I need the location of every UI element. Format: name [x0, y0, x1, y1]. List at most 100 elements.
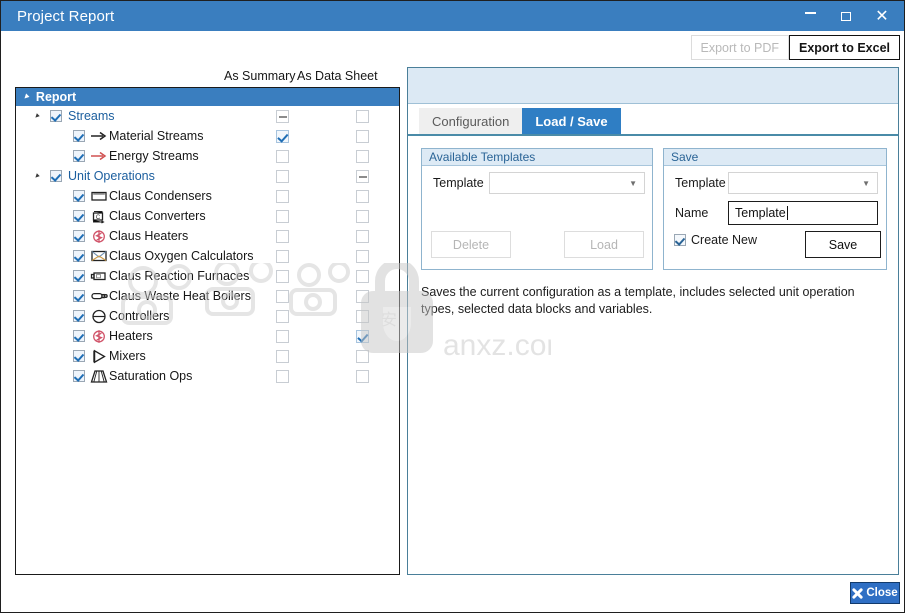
save-template-button[interactable]: Save — [805, 231, 881, 258]
row-checkbox[interactable] — [73, 370, 85, 382]
row-checkbox[interactable] — [50, 170, 62, 182]
summary-checkbox[interactable] — [276, 269, 289, 283]
tree-row[interactable]: Claus Reaction Furnaces — [16, 266, 399, 286]
tree-row-label: Claus Heaters — [109, 229, 189, 243]
data-sheet-checkbox[interactable] — [356, 129, 369, 143]
row-checkbox[interactable] — [73, 350, 85, 362]
data-sheet-checkbox[interactable] — [356, 289, 369, 303]
available-templates-title: Available Templates — [422, 149, 652, 166]
row-checkbox[interactable] — [73, 310, 85, 322]
condenser-icon — [90, 188, 108, 204]
tree-row[interactable]: ▼ Streams — [16, 106, 399, 126]
data-sheet-checkbox[interactable] — [356, 209, 369, 223]
material-stream-arrow-icon — [90, 128, 108, 144]
tree-row-label: Unit Operations — [68, 169, 155, 183]
data-sheet-checkbox[interactable] — [356, 269, 369, 283]
energy-stream-arrow-icon — [90, 148, 108, 164]
row-checkbox[interactable] — [73, 190, 85, 202]
row-checkbox[interactable] — [50, 110, 62, 122]
tree-row[interactable]: Energy Streams — [16, 146, 399, 166]
data-sheet-checkbox[interactable] — [356, 149, 369, 163]
save-name-label: Name — [675, 206, 709, 220]
saturation-op-icon — [90, 368, 108, 384]
save-name-value: Template — [735, 206, 786, 220]
project-report-window: Project Report ✕ Export to PDF Export to… — [0, 0, 905, 613]
export-to-excel-button[interactable]: Export to Excel — [789, 35, 900, 60]
tree-row[interactable]: Claus Waste Heat Boilers — [16, 286, 399, 306]
summary-checkbox[interactable] — [276, 189, 289, 203]
tree-row[interactable]: ▼ Unit Operations — [16, 166, 399, 186]
tree-rows-container: ▼ Streams Material Streams Energy Streams ▼ U… — [16, 106, 399, 386]
mixer-icon — [90, 348, 108, 364]
row-checkbox[interactable] — [73, 230, 85, 242]
load-template-button[interactable]: Load — [564, 231, 644, 258]
tree-row[interactable]: Controllers — [16, 306, 399, 326]
tree-row-label: Material Streams — [109, 129, 204, 143]
tree-row[interactable]: Claus Heaters — [16, 226, 399, 246]
row-checkbox[interactable] — [73, 290, 85, 302]
data-sheet-checkbox[interactable] — [356, 189, 369, 203]
data-sheet-checkbox[interactable] — [356, 369, 369, 383]
column-header-as-summary: As Summary — [224, 69, 296, 83]
summary-checkbox[interactable] — [276, 349, 289, 363]
row-checkbox[interactable] — [73, 130, 85, 142]
data-sheet-checkbox[interactable] — [356, 109, 369, 123]
summary-checkbox[interactable] — [276, 229, 289, 243]
data-sheet-checkbox[interactable] — [356, 249, 369, 263]
save-group-title: Save — [664, 149, 886, 166]
data-sheet-checkbox[interactable] — [356, 229, 369, 243]
row-checkbox[interactable] — [73, 270, 85, 282]
close-button[interactable]: Close — [850, 582, 900, 604]
heater-icon — [90, 228, 108, 244]
tree-row-label: Claus Reaction Furnaces — [109, 269, 250, 283]
tab-load-save[interactable]: Load / Save — [522, 108, 621, 134]
expander-icon[interactable]: ▼ — [32, 171, 42, 181]
tree-row[interactable]: Claus Condensers — [16, 186, 399, 206]
tree-row[interactable]: Saturation Ops — [16, 366, 399, 386]
title-bar: Project Report ✕ — [1, 1, 904, 34]
tree-row-label: Claus Converters — [109, 209, 206, 223]
close-icon[interactable]: ✕ — [864, 1, 900, 31]
tree-root-row[interactable]: ▼ Report — [16, 88, 399, 106]
summary-checkbox[interactable] — [276, 149, 289, 163]
data-sheet-checkbox[interactable] — [356, 329, 369, 343]
export-to-pdf-button[interactable]: Export to PDF — [690, 35, 789, 60]
row-checkbox[interactable] — [73, 250, 85, 262]
summary-checkbox[interactable] — [276, 169, 289, 183]
waste-heat-boiler-icon — [90, 288, 108, 304]
summary-checkbox[interactable] — [276, 129, 289, 143]
tree-row-label: Heaters — [109, 329, 153, 343]
save-template-combobox[interactable]: ▼ — [728, 172, 878, 194]
data-sheet-checkbox[interactable] — [356, 349, 369, 363]
create-new-checkbox[interactable]: Create New — [674, 233, 757, 247]
data-sheet-checkbox[interactable] — [356, 169, 369, 183]
expander-icon[interactable]: ▼ — [20, 91, 32, 103]
summary-checkbox[interactable] — [276, 209, 289, 223]
delete-template-button[interactable]: Delete — [431, 231, 511, 258]
tree-row[interactable]: C Claus Converters — [16, 206, 399, 226]
save-name-input[interactable]: Template — [728, 201, 878, 225]
tree-row-label: Streams — [68, 109, 115, 123]
tree-row[interactable]: Material Streams — [16, 126, 399, 146]
tab-configuration[interactable]: Configuration — [419, 108, 523, 134]
tree-row-label: Energy Streams — [109, 149, 199, 163]
available-templates-group: Available Templates Template ▼ Delete Lo… — [421, 148, 653, 270]
summary-checkbox[interactable] — [276, 329, 289, 343]
summary-checkbox[interactable] — [276, 289, 289, 303]
minimize-icon[interactable] — [792, 1, 828, 34]
tree-row[interactable]: Claus Oxygen Calculators — [16, 246, 399, 266]
maximize-icon[interactable] — [828, 1, 864, 31]
tree-row[interactable]: Heaters — [16, 326, 399, 346]
data-sheet-checkbox[interactable] — [356, 309, 369, 323]
tree-row[interactable]: Mixers — [16, 346, 399, 366]
expander-icon[interactable]: ▼ — [32, 111, 42, 121]
row-checkbox[interactable] — [73, 330, 85, 342]
report-tree-panel: ▼ Report ▼ Streams Material Streams Energy … — [15, 87, 400, 575]
summary-checkbox[interactable] — [276, 369, 289, 383]
row-checkbox[interactable] — [73, 150, 85, 162]
row-checkbox[interactable] — [73, 210, 85, 222]
available-template-combobox[interactable]: ▼ — [489, 172, 645, 194]
summary-checkbox[interactable] — [276, 249, 289, 263]
summary-checkbox[interactable] — [276, 309, 289, 323]
summary-checkbox[interactable] — [276, 109, 289, 123]
